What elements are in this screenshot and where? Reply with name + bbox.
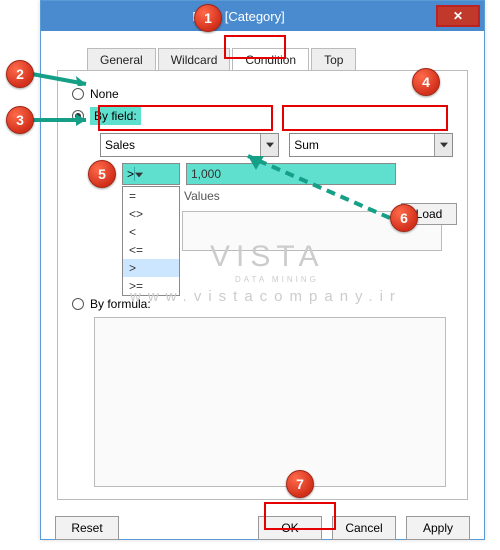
- operator-listbox[interactable]: = <> < <= > >=: [122, 186, 180, 296]
- cancel-button-label: Cancel: [345, 521, 382, 535]
- tab-condition[interactable]: Condition: [232, 48, 309, 71]
- radio-none-row[interactable]: None: [72, 87, 453, 101]
- radio-byfield-label: By field:: [90, 107, 141, 125]
- apply-button-label: Apply: [423, 521, 453, 535]
- radio-byformula-row[interactable]: By formula:: [72, 297, 453, 311]
- radio-byfield-row[interactable]: By field:: [72, 107, 453, 125]
- tab-label: General: [100, 53, 143, 67]
- cancel-button[interactable]: Cancel: [332, 516, 396, 540]
- operator-option-le[interactable]: <=: [123, 241, 179, 259]
- chevron-down-icon: [260, 134, 278, 156]
- field-row: Sales Sum: [100, 133, 453, 157]
- chevron-down-icon: [434, 134, 452, 156]
- field-dropdown[interactable]: Sales: [100, 133, 279, 157]
- button-bar: Reset OK Cancel Apply: [41, 510, 484, 550]
- callout-5: 5: [88, 160, 116, 188]
- client-area: General Wildcard Condition Top None By f…: [41, 31, 484, 510]
- value-input[interactable]: 1,000: [186, 163, 396, 185]
- tab-top[interactable]: Top: [311, 48, 356, 71]
- operator-dropdown[interactable]: > = <> < <= > >=: [122, 163, 180, 185]
- field-dropdown-value: Sales: [105, 138, 135, 152]
- value-row: > = <> < <= > >= 1,000: [122, 163, 453, 185]
- operator-option-eq[interactable]: =: [123, 187, 179, 205]
- tab-label: Condition: [245, 53, 296, 67]
- condition-pane: None By field: Sales Sum >: [57, 70, 468, 500]
- ok-button-label: OK: [281, 521, 298, 535]
- tab-strip: General Wildcard Condition Top: [87, 47, 468, 70]
- aggregation-dropdown[interactable]: Sum: [289, 133, 453, 157]
- window-title: Filter [Category]: [41, 9, 436, 24]
- callout-1: 1: [194, 4, 222, 32]
- chevron-down-icon: [134, 167, 143, 181]
- callout-3: 3: [6, 106, 34, 134]
- tab-label: Wildcard: [171, 53, 218, 67]
- tab-wildcard[interactable]: Wildcard: [158, 48, 231, 71]
- reset-button[interactable]: Reset: [55, 516, 119, 540]
- operator-value: >: [127, 167, 134, 181]
- operator-option-gt[interactable]: >: [123, 259, 179, 277]
- load-button-label: Load: [416, 207, 443, 221]
- close-button[interactable]: ✕: [436, 5, 480, 27]
- formula-textarea[interactable]: [94, 317, 446, 487]
- apply-button[interactable]: Apply: [406, 516, 470, 540]
- radio-byfield[interactable]: [72, 110, 84, 122]
- values-label: Values: [184, 189, 453, 203]
- callout-6: 6: [390, 204, 418, 232]
- aggregation-dropdown-value: Sum: [294, 138, 319, 152]
- value-input-text: 1,000: [191, 167, 221, 181]
- tab-general[interactable]: General: [87, 48, 156, 71]
- close-icon: ✕: [453, 9, 463, 23]
- operator-option-ne[interactable]: <>: [123, 205, 179, 223]
- ok-button[interactable]: OK: [258, 516, 322, 540]
- callout-4: 4: [412, 68, 440, 96]
- radio-byformula[interactable]: [72, 298, 84, 310]
- radio-none-label: None: [90, 87, 119, 101]
- reset-button-label: Reset: [71, 521, 102, 535]
- operator-option-ge[interactable]: >=: [123, 277, 179, 295]
- callout-7: 7: [286, 470, 314, 498]
- operator-option-lt[interactable]: <: [123, 223, 179, 241]
- radio-none[interactable]: [72, 88, 84, 100]
- callout-2: 2: [6, 60, 34, 88]
- radio-byformula-label: By formula:: [90, 297, 151, 311]
- titlebar: Filter [Category] ✕: [41, 1, 484, 31]
- tab-label: Top: [324, 53, 343, 67]
